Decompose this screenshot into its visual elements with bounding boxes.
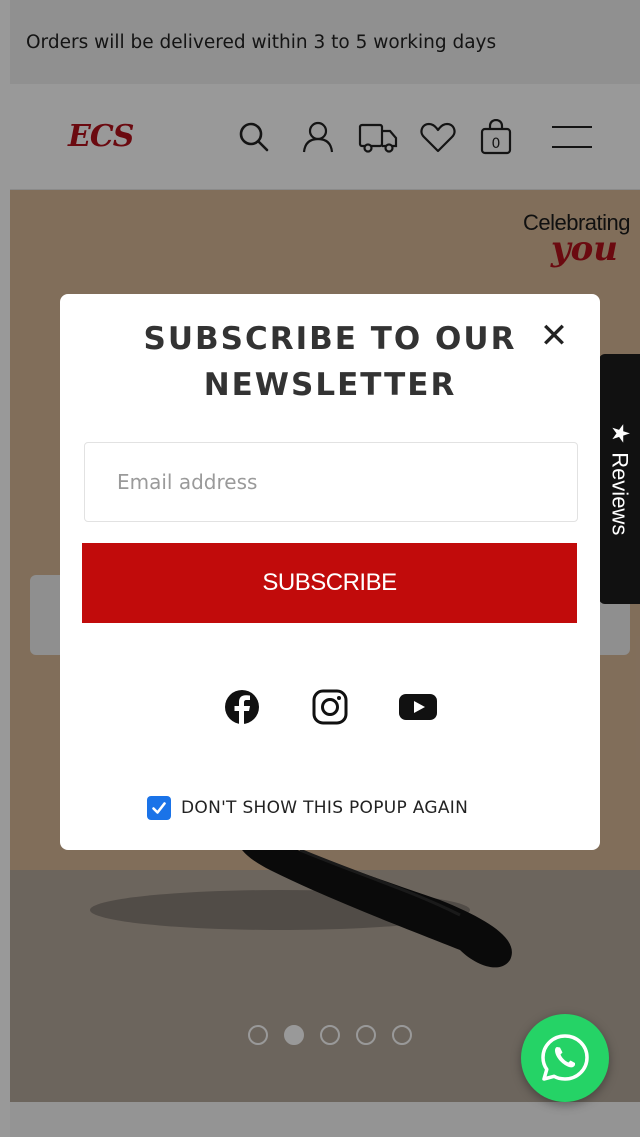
- newsletter-popup: SUBSCRIBE TO OUR NEWSLETTER ✕ SUBSCRIBE …: [60, 294, 600, 850]
- close-icon[interactable]: ✕: [534, 316, 574, 356]
- dont-show-again-option[interactable]: DON'T SHOW THIS POPUP AGAIN: [147, 796, 468, 820]
- star-icon: ★: [606, 422, 633, 445]
- popup-title: SUBSCRIBE TO OUR NEWSLETTER: [143, 321, 517, 403]
- email-field[interactable]: [84, 442, 578, 522]
- dont-show-label[interactable]: DON'T SHOW THIS POPUP AGAIN: [181, 798, 468, 818]
- checkmark-icon: [152, 802, 166, 814]
- reviews-tab[interactable]: ★ Reviews: [599, 354, 640, 604]
- youtube-icon[interactable]: [398, 687, 438, 727]
- subscribe-button[interactable]: SUBSCRIBE: [82, 543, 577, 623]
- reviews-label: Reviews: [607, 452, 633, 536]
- dont-show-checkbox[interactable]: [147, 796, 171, 820]
- facebook-icon[interactable]: [222, 687, 262, 727]
- whatsapp-icon[interactable]: [521, 1014, 609, 1102]
- instagram-icon[interactable]: [310, 687, 350, 727]
